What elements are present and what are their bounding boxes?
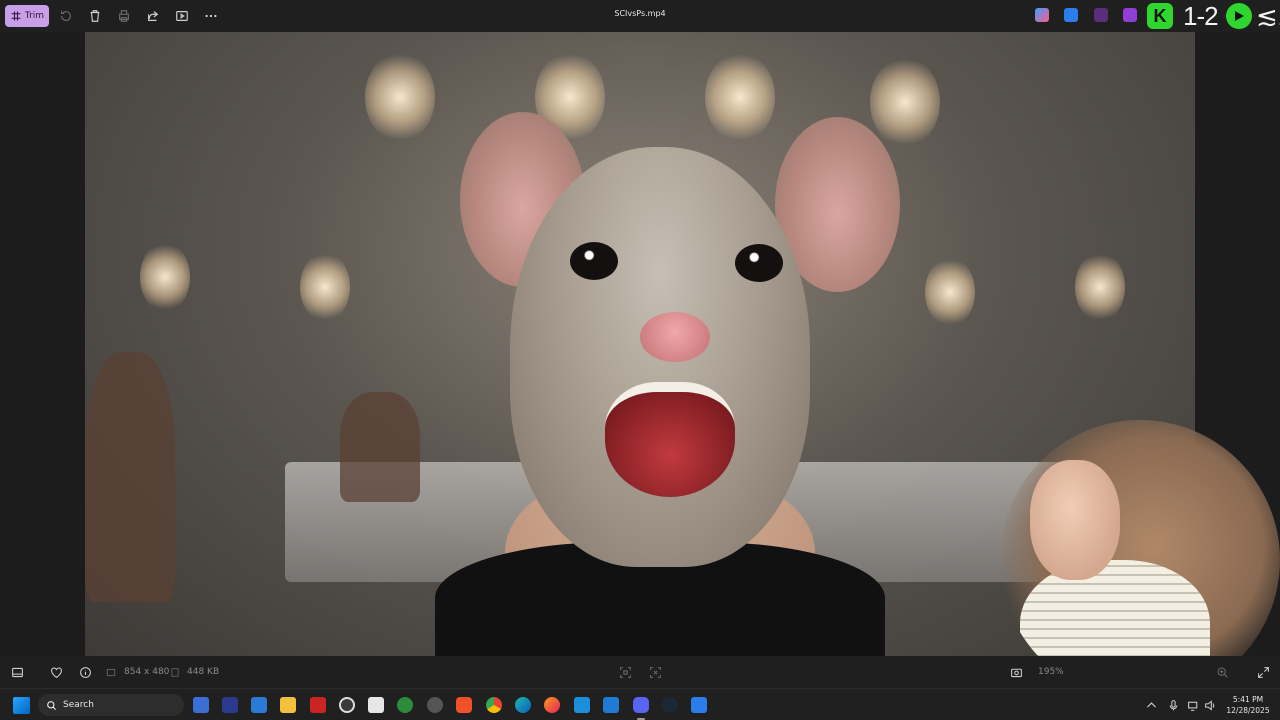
light-bulb bbox=[925, 257, 975, 327]
firefox-icon[interactable] bbox=[544, 697, 560, 713]
windows-start-icon[interactable] bbox=[13, 697, 30, 714]
trim-label: Trim bbox=[24, 11, 45, 21]
search-icon bbox=[47, 700, 57, 710]
search-placeholder: Search bbox=[63, 700, 94, 710]
chevron-up-icon[interactable] bbox=[1144, 698, 1158, 712]
file-size-icon bbox=[170, 665, 180, 679]
trim-icon bbox=[11, 11, 21, 21]
score-right: ≲1 bbox=[1256, 1, 1280, 31]
zoom-level: 195% bbox=[1038, 667, 1064, 677]
system-clock[interactable]: 5:41 PM 12/28/2025 bbox=[1222, 694, 1274, 716]
more-options-icon[interactable] bbox=[203, 8, 219, 24]
shield-app-icon[interactable] bbox=[397, 697, 413, 713]
background-person bbox=[340, 392, 420, 502]
webcam-person-face bbox=[1030, 460, 1120, 580]
taskbar-search-box[interactable]: Search bbox=[38, 694, 184, 716]
nose bbox=[640, 312, 710, 362]
edge-icon[interactable] bbox=[515, 697, 531, 713]
print-icon[interactable] bbox=[116, 8, 132, 24]
light-bulb bbox=[1075, 252, 1125, 322]
background-person bbox=[85, 352, 175, 602]
task-view-icon[interactable] bbox=[193, 697, 209, 713]
fullscreen-icon[interactable] bbox=[1256, 665, 1270, 679]
right-eye bbox=[735, 244, 783, 282]
screenshot-icon[interactable] bbox=[1009, 665, 1023, 679]
app-icon[interactable] bbox=[222, 697, 238, 713]
actual-size-icon[interactable] bbox=[648, 665, 662, 679]
file-title: SCIvsPs.mp4 bbox=[614, 9, 666, 18]
info-bar: 854 x 480 448 KB 195% bbox=[0, 656, 1280, 688]
steam-icon[interactable] bbox=[662, 697, 678, 713]
image-dimensions: 854 x 480 bbox=[124, 667, 170, 677]
rumble-play-icon bbox=[1226, 3, 1252, 29]
app-icon[interactable] bbox=[691, 697, 707, 713]
photos-app-window: Trim SCIvsPs.mp4 K 1-2 ≲1 bbox=[0, 0, 1280, 720]
app-icon[interactable] bbox=[574, 697, 590, 713]
volume-icon[interactable] bbox=[1203, 698, 1217, 712]
slideshow-icon[interactable] bbox=[174, 8, 190, 24]
delete-icon[interactable] bbox=[87, 8, 103, 24]
top-toolbar: Trim SCIvsPs.mp4 K 1-2 ≲1 bbox=[0, 0, 1280, 32]
score-left: 1-2 bbox=[1183, 1, 1219, 31]
capcut-icon[interactable] bbox=[368, 697, 384, 713]
pen-app-icon[interactable] bbox=[1064, 8, 1078, 22]
file-explorer-icon[interactable] bbox=[280, 697, 296, 713]
file-size: 448 KB bbox=[187, 667, 220, 677]
light-bulb bbox=[365, 52, 435, 142]
light-bulb bbox=[705, 52, 775, 142]
chrome-icon[interactable] bbox=[486, 697, 502, 713]
app-icon[interactable] bbox=[427, 697, 443, 713]
windows-taskbar: Search 5:41 PM 12/28/2025 bbox=[0, 688, 1280, 720]
brave-browser-icon[interactable] bbox=[456, 697, 472, 713]
trim-button[interactable]: Trim bbox=[5, 5, 49, 27]
fit-to-window-icon[interactable] bbox=[618, 665, 632, 679]
resolution-icon bbox=[106, 665, 116, 679]
left-eye bbox=[570, 242, 618, 280]
rotate-icon[interactable] bbox=[58, 8, 74, 24]
copilot-icon[interactable] bbox=[1035, 8, 1049, 22]
clock-time: 5:41 PM bbox=[1232, 695, 1264, 704]
share-icon[interactable] bbox=[145, 8, 161, 24]
kick-logo-icon: K bbox=[1147, 3, 1173, 29]
info-icon[interactable] bbox=[78, 665, 92, 679]
microphone-icon[interactable] bbox=[1166, 698, 1180, 712]
open-mouth bbox=[605, 382, 735, 497]
app-tray-icon[interactable] bbox=[1094, 8, 1108, 22]
light-bulb bbox=[300, 252, 350, 322]
light-bulb bbox=[140, 242, 190, 312]
clock-app-icon[interactable] bbox=[339, 697, 355, 713]
zoom-in-icon[interactable] bbox=[1215, 665, 1229, 679]
filmstrip-icon[interactable] bbox=[10, 665, 24, 679]
favorite-heart-icon[interactable] bbox=[49, 665, 63, 679]
news-app-icon[interactable] bbox=[310, 697, 326, 713]
clock-date: 12/28/2025 bbox=[1226, 706, 1270, 715]
discord-icon[interactable] bbox=[633, 697, 649, 713]
clipchamp-icon[interactable] bbox=[1123, 8, 1137, 22]
vscode-icon[interactable] bbox=[603, 697, 619, 713]
light-bulb bbox=[870, 57, 940, 147]
network-icon[interactable] bbox=[1186, 698, 1200, 712]
app-icon[interactable] bbox=[251, 697, 267, 713]
